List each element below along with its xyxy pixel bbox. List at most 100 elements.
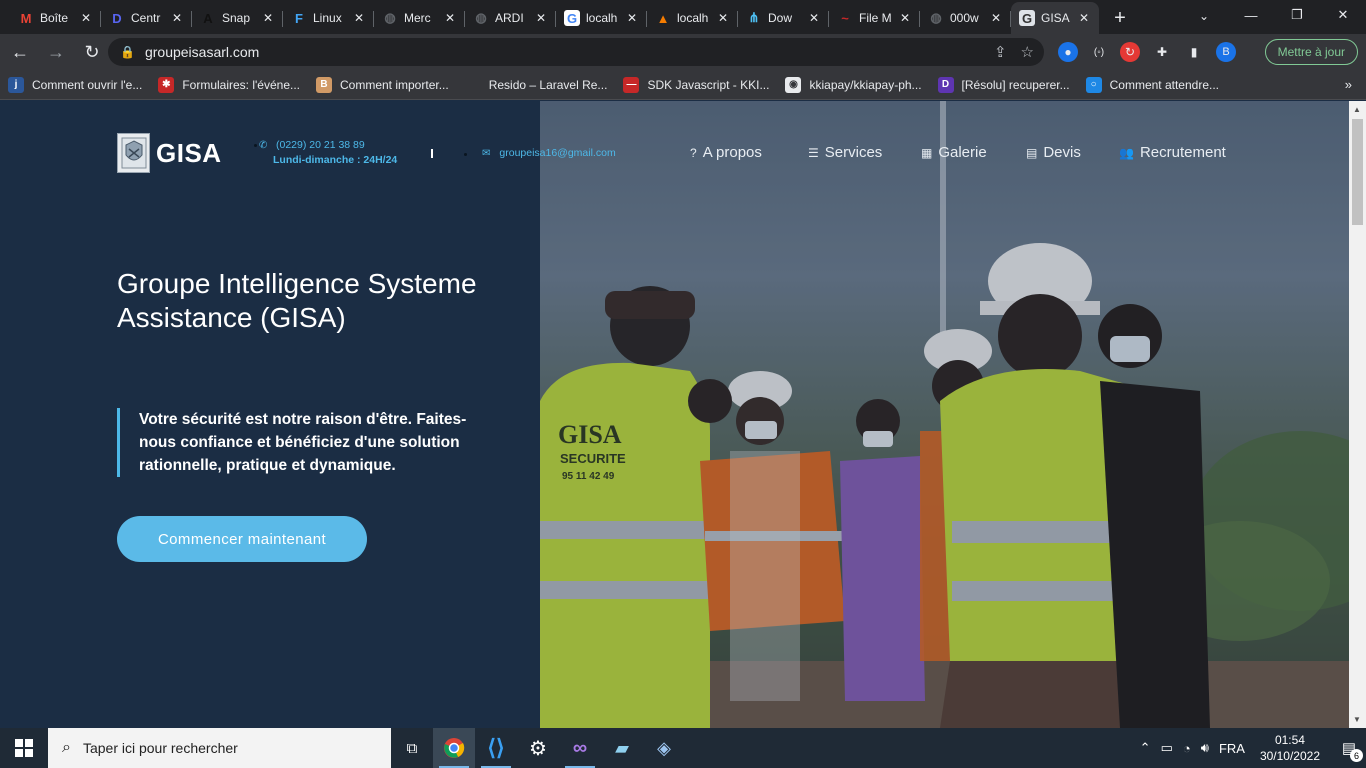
bookmark-item[interactable]: ○ Comment attendre...: [1085, 76, 1219, 93]
bookmark-item[interactable]: B Comment importer...: [316, 76, 449, 93]
notepad-taskbar-icon[interactable]: ▰: [601, 728, 643, 768]
volume-icon[interactable]: 🔊︎: [1201, 740, 1209, 756]
envelope-icon: ✉: [482, 148, 491, 159]
tab-title: Boîte: [40, 11, 69, 25]
task-view-icon[interactable]: ⧉: [391, 728, 433, 768]
back-button[interactable]: ←: [4, 36, 36, 68]
close-tab-icon[interactable]: ✕: [807, 11, 821, 25]
close-tab-icon[interactable]: ✕: [989, 11, 1003, 25]
taskbar-search[interactable]: ⌕ Taper ici pour rechercher: [48, 728, 391, 768]
scrollbar-thumb[interactable]: [1352, 119, 1363, 225]
chevron-up-icon[interactable]: ⌃: [1140, 740, 1151, 756]
close-tab-icon[interactable]: ✕: [625, 11, 639, 25]
bookmark-favicon-icon: ○: [1085, 76, 1102, 93]
browser-tab[interactable]: ◍ ARDI ✕: [465, 2, 556, 34]
tab-title: Linux: [313, 11, 342, 25]
nav-devis[interactable]: ▤ Devis: [1026, 144, 1081, 161]
close-tab-icon[interactable]: ✕: [170, 11, 184, 25]
extension-icon[interactable]: ●: [1058, 42, 1078, 62]
new-tab-button[interactable]: +: [1105, 2, 1135, 34]
bookmark-item[interactable]: — SDK Javascript - KKI...: [623, 76, 769, 93]
globe-icon: ◍: [930, 10, 942, 25]
lock-icon[interactable]: 🔒: [120, 45, 135, 59]
tab-list: M Boîte ✕ D Centr ✕ A Snap ✕ F Linux ✕ ◍ Merc ✕ ◍ ARDI ✕ G…: [0, 2, 1099, 34]
contact-email[interactable]: groupeisa16@gmail.com: [499, 147, 615, 159]
browser-tab[interactable]: A Snap ✕: [192, 2, 283, 34]
nav-recrutement[interactable]: 👥 Recrutement: [1119, 144, 1226, 161]
forward-button[interactable]: →: [40, 36, 72, 68]
contact-phone[interactable]: (0229) 20 21 38 89: [276, 139, 365, 151]
browser-tab[interactable]: M Boîte ✕: [10, 2, 101, 34]
bookmark-item[interactable]: ◉ kkiapay/kkiapay-ph...: [785, 76, 922, 93]
page-scrollbar[interactable]: ▲ ▼: [1349, 101, 1366, 728]
address-bar[interactable]: 🔒 groupeisasarl.com ⇪ ☆: [108, 38, 1044, 66]
nav-label: Galerie: [938, 144, 987, 161]
nav-label: Devis: [1043, 144, 1081, 161]
bookmarks-overflow-icon[interactable]: »: [1345, 77, 1352, 92]
notification-center-icon[interactable]: ▤ 6: [1332, 728, 1366, 768]
phone-icon: ✆: [259, 140, 268, 151]
minimize-button[interactable]: —: [1228, 0, 1274, 30]
share-icon[interactable]: ⇪: [994, 43, 1007, 61]
browser-tab[interactable]: F Linux ✕: [283, 2, 374, 34]
battery-icon[interactable]: ▭: [1161, 740, 1173, 756]
bookmark-item[interactable]: j Comment ouvrir l'e...: [8, 76, 143, 93]
browser-tab[interactable]: ~ File M ✕: [829, 2, 920, 34]
extension-braces-icon[interactable]: (◦): [1089, 42, 1109, 62]
start-now-button[interactable]: Commencer maintenant: [117, 516, 367, 562]
visual-studio-taskbar-icon[interactable]: ∞: [559, 728, 601, 768]
close-tab-icon[interactable]: ✕: [261, 11, 275, 25]
side-panel-icon[interactable]: ▮: [1184, 42, 1204, 62]
bookmark-item[interactable]: ✱ Formulaires: l'événe...: [158, 76, 300, 93]
site-logo[interactable]: GISA: [117, 133, 222, 173]
bookmark-item[interactable]: D [Résolu] recuperer...: [937, 76, 1070, 93]
nav-label: A propos: [702, 144, 762, 161]
browser-toolbar: ← → ↻ 🔒 groupeisasarl.com ⇪ ☆ ● (◦) ↻ ✚ …: [0, 34, 1366, 70]
close-tab-icon[interactable]: ✕: [79, 11, 93, 25]
scroll-up-icon[interactable]: ▲: [1353, 105, 1361, 114]
wifi-icon[interactable]: ◔: [1183, 741, 1191, 756]
browser-tab[interactable]: ⋔ Dow ✕: [738, 2, 829, 34]
browser-tab[interactable]: G GISA ✕: [1011, 2, 1099, 34]
taskbar-search-placeholder: Taper ici pour rechercher: [82, 740, 238, 756]
bookmark-label: Comment attendre...: [1109, 77, 1219, 92]
close-tab-icon[interactable]: ✕: [443, 11, 457, 25]
clock[interactable]: 01:54 30/10/2022: [1260, 732, 1320, 764]
close-window-button[interactable]: ✕: [1320, 0, 1366, 30]
update-button[interactable]: Mettre à jour: [1264, 39, 1358, 65]
nav-label: Recrutement: [1139, 144, 1226, 161]
browser-tab[interactable]: ◍ Merc ✕: [374, 2, 465, 34]
nav-services[interactable]: ☰ Services: [808, 144, 882, 161]
bookmark-item[interactable]: Resido – Laravel Re...: [464, 76, 607, 93]
reload-button[interactable]: ↻: [76, 36, 108, 68]
browser-tab[interactable]: D Centr ✕: [101, 2, 192, 34]
close-tab-icon[interactable]: ✕: [1077, 11, 1091, 25]
close-tab-icon[interactable]: ✕: [716, 11, 730, 25]
profile-avatar[interactable]: B: [1216, 42, 1236, 62]
bookmark-label: Comment ouvrir l'e...: [32, 77, 143, 92]
close-tab-icon[interactable]: ✕: [898, 11, 912, 25]
tab-search-icon[interactable]: ⌄: [1190, 4, 1218, 28]
extensions-puzzle-icon[interactable]: ✚: [1152, 42, 1172, 62]
extension-red-icon[interactable]: ↻: [1120, 42, 1140, 62]
chrome-taskbar-icon[interactable]: [433, 728, 475, 768]
close-tab-icon[interactable]: ✕: [352, 11, 366, 25]
start-button[interactable]: [0, 728, 48, 768]
bookmark-star-icon[interactable]: ☆: [1021, 43, 1034, 61]
bookmark-favicon-icon: j: [8, 76, 24, 93]
nav-galerie[interactable]: ▦ Galerie: [921, 144, 987, 161]
bookmark-favicon-icon: [464, 76, 481, 93]
nav-a-propos[interactable]: ? A propos: [690, 144, 762, 161]
scroll-down-icon[interactable]: ▼: [1353, 715, 1361, 724]
bookmark-label: [Résolu] recuperer...: [961, 77, 1070, 92]
browser-tab[interactable]: Glocalh ✕: [556, 2, 647, 34]
package-taskbar-icon[interactable]: ◈: [643, 728, 685, 768]
browser-tab[interactable]: ◍ 000w ✕: [920, 2, 1011, 34]
settings-taskbar-icon[interactable]: ⚙: [517, 728, 559, 768]
maximize-button[interactable]: ❐: [1274, 0, 1320, 30]
language-indicator[interactable]: FRA: [1219, 741, 1245, 756]
browser-tab[interactable]: ▲ localh ✕: [647, 2, 738, 34]
close-tab-icon[interactable]: ✕: [534, 11, 548, 25]
bookmark-favicon-icon: ✱: [158, 76, 175, 93]
vscode-taskbar-icon[interactable]: ⟨⟩: [475, 728, 517, 768]
